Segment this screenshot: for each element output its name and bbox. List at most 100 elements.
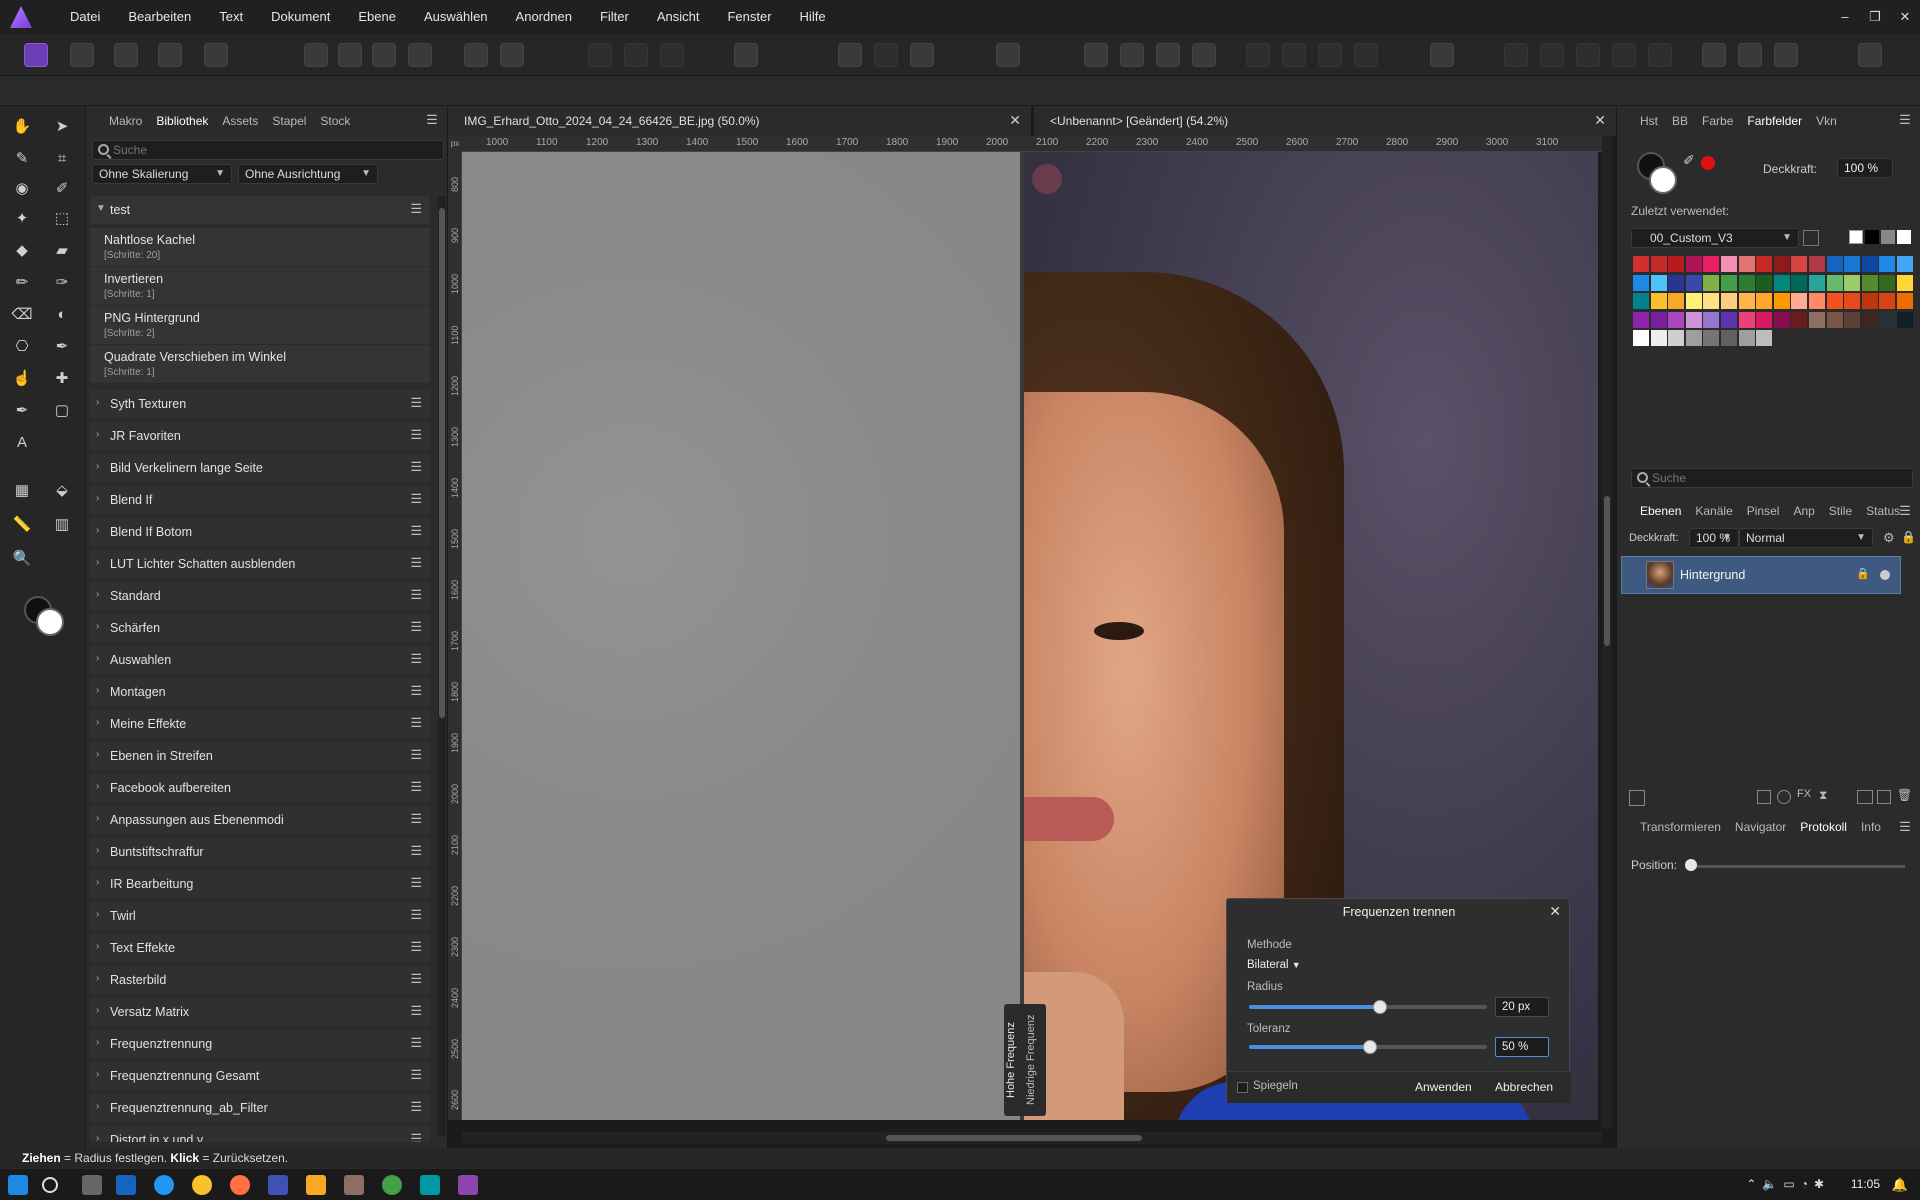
gear-icon[interactable]: ⚙	[1883, 530, 1895, 546]
color-swatch[interactable]	[1844, 311, 1861, 328]
category-menu-icon[interactable]: ☰	[410, 395, 422, 411]
marquee-tool-icon[interactable]: ⬚	[50, 206, 74, 230]
boolean-subtract-icon[interactable]	[1540, 43, 1564, 67]
edge-browser-icon[interactable]	[154, 1175, 174, 1195]
windows-start-icon[interactable]	[8, 1175, 28, 1195]
close-button[interactable]: ✕	[1890, 0, 1920, 34]
red-eye-tool-icon[interactable]: ◉	[10, 176, 34, 200]
color-swatch[interactable]	[1861, 274, 1878, 291]
rotate-right-icon[interactable]	[1192, 43, 1216, 67]
auto-contrast-icon[interactable]	[338, 43, 362, 67]
color-swatch[interactable]	[1650, 293, 1667, 309]
panel-menu-icon[interactable]: ☰	[1898, 113, 1912, 127]
category-menu-icon[interactable]: ☰	[410, 587, 422, 603]
category-menu-icon[interactable]: ☰	[410, 651, 422, 667]
white-swatch[interactable]	[1897, 230, 1911, 244]
category-menu-icon[interactable]: ☰	[410, 201, 422, 217]
right-search-input[interactable]	[1652, 469, 1902, 487]
menu-item-2[interactable]: Text	[205, 0, 257, 34]
flip-vertical-icon[interactable]	[1120, 43, 1144, 67]
blend-mode-dropdown[interactable]: Normal ▼	[1739, 528, 1873, 548]
category-menu-icon[interactable]: ☰	[410, 971, 422, 987]
flip-horizontal-icon[interactable]	[1084, 43, 1108, 67]
preferences-gear-icon[interactable]	[500, 43, 524, 67]
category-menu-icon[interactable]: ☰	[410, 459, 422, 475]
tab-assets[interactable]: Assets	[215, 114, 265, 128]
mask-icon[interactable]	[1757, 790, 1771, 804]
develop-persona-icon[interactable]	[114, 43, 138, 67]
close-icon[interactable]: ✕	[1549, 903, 1561, 920]
close-icon[interactable]: ✕	[1594, 112, 1606, 129]
category-item[interactable]: › Montagen ☰	[90, 678, 430, 706]
tab-stock[interactable]: Stock	[313, 114, 357, 128]
color-swatch[interactable]	[1826, 311, 1843, 328]
auto-colors-icon[interactable]	[372, 43, 396, 67]
menu-item-6[interactable]: Anordnen	[502, 0, 586, 34]
color-swatch[interactable]	[1685, 274, 1702, 291]
color-swatch[interactable]	[1756, 274, 1773, 291]
document-tab-2[interactable]: <Unbenannt> [Geändert] (54.2%) ✕	[1034, 106, 1616, 136]
color-swatch[interactable]	[1703, 311, 1720, 328]
color-swatch[interactable]	[1879, 274, 1896, 291]
menu-item-3[interactable]: Dokument	[257, 0, 344, 34]
color-swatch[interactable]	[1721, 311, 1737, 328]
layer-visibility-icon[interactable]	[1880, 570, 1890, 580]
magnet-icon[interactable]	[910, 43, 934, 67]
category-item[interactable]: › Schärfen ☰	[90, 614, 430, 642]
move-tool-icon[interactable]: ➤	[50, 114, 74, 138]
category-item[interactable]: › Anpassungen aus Ebenenmodi ☰	[90, 806, 430, 834]
color-swatch[interactable]	[1809, 274, 1825, 291]
invert-selection-icon[interactable]	[660, 43, 684, 67]
quick-mask-icon[interactable]	[734, 43, 758, 67]
category-item[interactable]: › Frequenztrennung Gesamt ☰	[90, 1062, 430, 1090]
palette-dropdown[interactable]: 00_Custom_V3 ▼	[1631, 228, 1799, 248]
category-item[interactable]: › Meine Effekte ☰	[90, 710, 430, 738]
color-swatch[interactable]	[1721, 256, 1737, 272]
category-menu-icon[interactable]: ☰	[410, 779, 422, 795]
category-item[interactable]: › Standard ☰	[90, 582, 430, 610]
category-item[interactable]: › Twirl ☰	[90, 902, 430, 930]
settings-gear-icon[interactable]	[464, 43, 488, 67]
menu-item-7[interactable]: Filter	[586, 0, 643, 34]
color-swatch[interactable]	[1668, 256, 1685, 272]
search-icon[interactable]	[42, 1177, 58, 1193]
cancel-button[interactable]: Abbrechen	[1495, 1080, 1553, 1094]
tab-stapel[interactable]: Stapel	[265, 114, 313, 128]
color-swatch[interactable]	[1897, 274, 1913, 291]
macro-item[interactable]: Nahtlose Kachel [Schritte: 20]	[90, 228, 430, 267]
color-swatch[interactable]	[1685, 311, 1702, 328]
mixer-brush-icon[interactable]: ✑	[50, 270, 74, 294]
color-swatch[interactable]	[1844, 256, 1861, 272]
menu-item-4[interactable]: Ebene	[344, 0, 410, 34]
menu-item-1[interactable]: Bearbeiten	[114, 0, 205, 34]
tab-makro[interactable]: Makro	[102, 114, 149, 128]
category-menu-icon[interactable]: ☰	[410, 1131, 422, 1142]
photo-persona-icon[interactable]	[24, 43, 48, 67]
category-menu-icon[interactable]: ☰	[410, 875, 422, 891]
restore-button[interactable]: ❐	[1860, 0, 1890, 34]
layer-lock-icon[interactable]: 🔒	[1856, 567, 1870, 580]
tab-bibliothek[interactable]: Bibliothek	[149, 114, 215, 128]
category-menu-icon[interactable]: ☰	[410, 811, 422, 827]
color-swatch[interactable]	[1773, 256, 1790, 272]
tab-farbe[interactable]: Farbe	[1695, 114, 1740, 128]
tab-pinsel[interactable]: Pinsel	[1740, 504, 1787, 518]
rotate-left-icon[interactable]	[1156, 43, 1180, 67]
chat-icon[interactable]	[1702, 43, 1726, 67]
color-swatch[interactable]	[1650, 274, 1667, 291]
color-swatch[interactable]	[1826, 256, 1843, 272]
color-swatch[interactable]	[1844, 293, 1861, 309]
color-swatch[interactable]	[1773, 311, 1790, 328]
slider-knob[interactable]	[1372, 1000, 1387, 1014]
color-swatch[interactable]	[1879, 311, 1896, 328]
category-item[interactable]: › IR Bearbeitung ☰	[90, 870, 430, 898]
eyedropper-icon[interactable]: ✐	[1683, 152, 1695, 169]
affinity-logo-icon[interactable]	[10, 6, 32, 28]
tab-protokoll[interactable]: Protokoll	[1793, 820, 1854, 834]
boolean-add-icon[interactable]	[1504, 43, 1528, 67]
vertical-scrollbar[interactable]	[1602, 136, 1612, 1128]
notification-icon[interactable]: 🔔	[1892, 1177, 1908, 1193]
color-swatch[interactable]	[1650, 256, 1667, 272]
color-swatch[interactable]	[1633, 256, 1649, 272]
tab-transformieren[interactable]: Transformieren	[1633, 820, 1728, 834]
